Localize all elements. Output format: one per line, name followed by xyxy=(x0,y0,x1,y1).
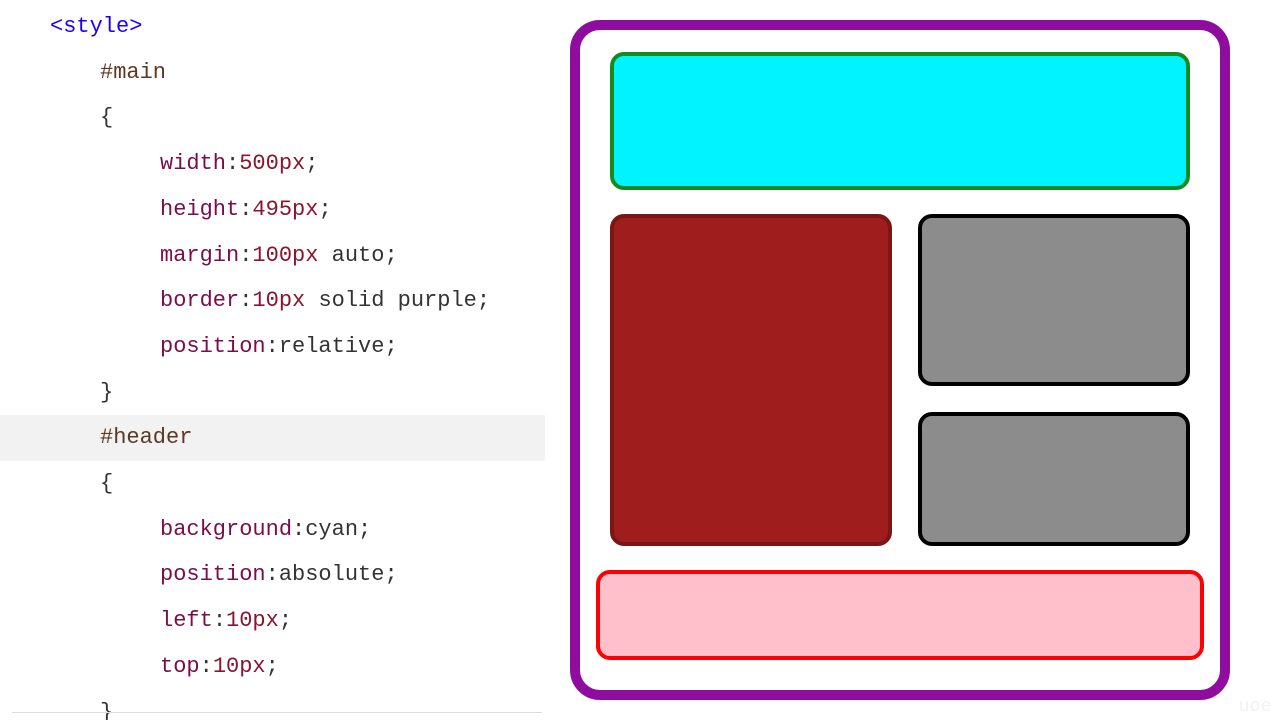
code-line: margin:100px auto; xyxy=(0,233,545,279)
code-line: } xyxy=(0,370,545,416)
code-line-highlighted: #header xyxy=(0,415,545,461)
code-line: height:495px; xyxy=(0,187,545,233)
selector-main: #main xyxy=(100,60,166,85)
code-line: #main xyxy=(0,50,545,96)
code-line: background:cyan; xyxy=(0,507,545,553)
divider xyxy=(12,712,542,713)
brace: } xyxy=(100,380,113,405)
preview-footer-box xyxy=(596,570,1204,660)
code-line: border:10px solid purple; xyxy=(0,278,545,324)
code-block: <style> #main { width:500px; height:495p… xyxy=(0,0,545,720)
code-line: { xyxy=(0,461,545,507)
code-line: top:10px; xyxy=(0,644,545,690)
style-tag: <style> xyxy=(50,14,142,39)
brace: } xyxy=(100,700,113,720)
preview-right-box-2 xyxy=(918,412,1190,546)
preview-left-box xyxy=(610,214,892,546)
selector-header: #header xyxy=(100,425,192,450)
code-line: position:relative; xyxy=(0,324,545,370)
preview-header-box xyxy=(610,52,1190,190)
watermark: uoe xyxy=(1239,695,1272,716)
brace: { xyxy=(100,471,113,496)
code-line: <style> xyxy=(0,4,545,50)
code-line: } xyxy=(0,690,545,720)
code-line: { xyxy=(0,95,545,141)
code-line: width:500px; xyxy=(0,141,545,187)
brace: { xyxy=(100,105,113,130)
layout-preview-main xyxy=(570,20,1230,700)
preview-right-box-1 xyxy=(918,214,1190,386)
code-line: position:absolute; xyxy=(0,552,545,598)
code-line: left:10px; xyxy=(0,598,545,644)
